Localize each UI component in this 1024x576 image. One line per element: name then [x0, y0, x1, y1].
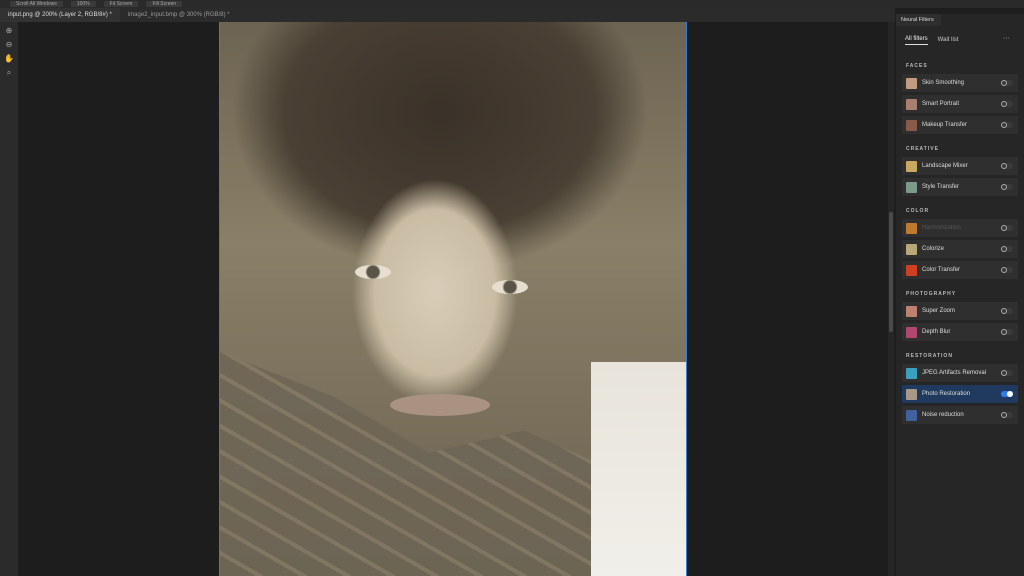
- colorize-toggle[interactable]: [1001, 246, 1013, 252]
- filter-label: Skin Smoothing: [922, 80, 965, 86]
- plaid-shirt: [220, 352, 600, 576]
- fit-screen-button[interactable]: Fit Screen: [103, 1, 139, 7]
- skin-smoothing-toggle[interactable]: [1001, 80, 1013, 86]
- depth-blur-toggle[interactable]: [1001, 329, 1013, 335]
- filter-noise-reduction[interactable]: Noise reduction: [902, 406, 1018, 424]
- torn-paper-edge: [591, 362, 686, 576]
- fill-screen-button[interactable]: Fill Screen: [146, 1, 183, 7]
- filter-photo-restoration[interactable]: Photo Restoration: [902, 385, 1018, 403]
- mouth: [390, 394, 490, 416]
- section-color: COLOR: [906, 208, 930, 214]
- filter-super-zoom[interactable]: Super Zoom: [902, 302, 1018, 320]
- filter-label: Smart Portrait: [922, 101, 960, 107]
- landscape-mixer-toggle[interactable]: [1001, 163, 1013, 169]
- style-transfer-thumbnail-icon: [906, 181, 917, 193]
- section-creative: CREATIVE: [906, 146, 939, 152]
- portrait-photo: [219, 22, 687, 576]
- filter-color-transfer[interactable]: Color Transfer: [902, 261, 1018, 279]
- zoom-in-icon[interactable]: ⊕: [4, 26, 14, 36]
- hand-icon[interactable]: ✋: [4, 54, 14, 64]
- filter-label: Colorize: [922, 246, 945, 252]
- options-bar: Scroll All Windows 100% Fit Screen Fill …: [0, 0, 1024, 8]
- super-zoom-thumbnail-icon: [906, 305, 917, 317]
- filter-colorize[interactable]: Colorize: [902, 240, 1018, 258]
- color-transfer-thumbnail-icon: [906, 264, 917, 276]
- filter-label: Style Transfer: [922, 184, 960, 190]
- neural-filters-panel: Neural Filters All filters Wait list ···…: [896, 14, 1024, 576]
- filter-label: Harmonization: [922, 225, 961, 231]
- canvas[interactable]: [18, 22, 890, 576]
- noise-reduction-thumbnail-icon: [906, 409, 917, 421]
- filter-label: JPEG Artifacts Removal: [922, 370, 987, 376]
- harmonization-toggle[interactable]: [1001, 225, 1013, 231]
- zoom-100-button[interactable]: 100%: [70, 1, 96, 7]
- document-tabs: input.png @ 200% (Layer 2, RGB/8#) * ima…: [0, 8, 895, 22]
- filter-skin-smoothing[interactable]: Skin Smoothing: [902, 74, 1018, 92]
- filter-label: Photo Restoration: [922, 391, 971, 397]
- makeup-transfer-toggle[interactable]: [1001, 122, 1013, 128]
- smart-portrait-toggle[interactable]: [1001, 101, 1013, 107]
- jpeg-artifacts-removal-toggle[interactable]: [1001, 370, 1013, 376]
- skin-smoothing-thumbnail-icon: [906, 77, 917, 89]
- filter-label: Makeup Transfer: [922, 122, 968, 128]
- filter-smart-portrait[interactable]: Smart Portrait: [902, 95, 1018, 113]
- makeup-transfer-thumbnail-icon: [906, 119, 917, 131]
- filter-jpeg-artifacts-removal[interactable]: JPEG Artifacts Removal: [902, 364, 1018, 382]
- filter-label: Depth Blur: [922, 329, 951, 335]
- color-transfer-toggle[interactable]: [1001, 267, 1013, 273]
- depth-blur-thumbnail-icon: [906, 326, 917, 338]
- filter-landscape-mixer[interactable]: Landscape Mixer: [902, 157, 1018, 175]
- jpeg-artifacts-removal-thumbnail-icon: [906, 367, 917, 379]
- left-eye: [355, 265, 391, 279]
- photo-restoration-toggle[interactable]: [1001, 391, 1013, 397]
- filter-label: Landscape Mixer: [922, 163, 968, 169]
- zoom-out-icon[interactable]: ⊖: [4, 40, 14, 50]
- right-eye: [492, 280, 528, 294]
- style-transfer-toggle[interactable]: [1001, 184, 1013, 190]
- section-photography: PHOTOGRAPHY: [906, 291, 957, 297]
- filter-depth-blur[interactable]: Depth Blur: [902, 323, 1018, 341]
- harmonization-thumbnail-icon: [906, 222, 917, 234]
- filter-label: Color Transfer: [922, 267, 961, 273]
- filter-makeup-transfer[interactable]: Makeup Transfer: [902, 116, 1018, 134]
- section-restoration: RESTORATION: [906, 353, 953, 359]
- panel-title: Neural Filters: [896, 14, 941, 26]
- noise-reduction-toggle[interactable]: [1001, 412, 1013, 418]
- tab-image2-input[interactable]: image2_input.bmp @ 300% (RGB/8) *: [120, 8, 238, 22]
- search-icon[interactable]: ⌕: [4, 68, 14, 78]
- super-zoom-toggle[interactable]: [1001, 308, 1013, 314]
- scroll-all-windows-button[interactable]: Scroll All Windows: [10, 1, 63, 7]
- filter-style-transfer[interactable]: Style Transfer: [902, 178, 1018, 196]
- panel-scrollbar[interactable]: [888, 22, 894, 576]
- tab-wait-list[interactable]: Wait list: [938, 37, 959, 43]
- filter-label: Super Zoom: [922, 308, 956, 314]
- colorize-thumbnail-icon: [906, 243, 917, 255]
- toolbar: ⊕ ⊖ ✋ ⌕: [0, 22, 18, 576]
- photo-restoration-thumbnail-icon: [906, 388, 917, 400]
- smart-portrait-thumbnail-icon: [906, 98, 917, 110]
- filter-harmonization[interactable]: Harmonization: [902, 219, 1018, 237]
- tab-input-png[interactable]: input.png @ 200% (Layer 2, RGB/8#) *: [0, 8, 120, 22]
- landscape-mixer-thumbnail-icon: [906, 160, 917, 172]
- scrollbar-thumb[interactable]: [889, 212, 893, 332]
- tab-all-filters[interactable]: All filters: [905, 36, 928, 45]
- filter-label: Noise reduction: [922, 412, 964, 418]
- more-options-icon[interactable]: ···: [1003, 35, 1010, 42]
- section-faces: FACES: [906, 63, 928, 69]
